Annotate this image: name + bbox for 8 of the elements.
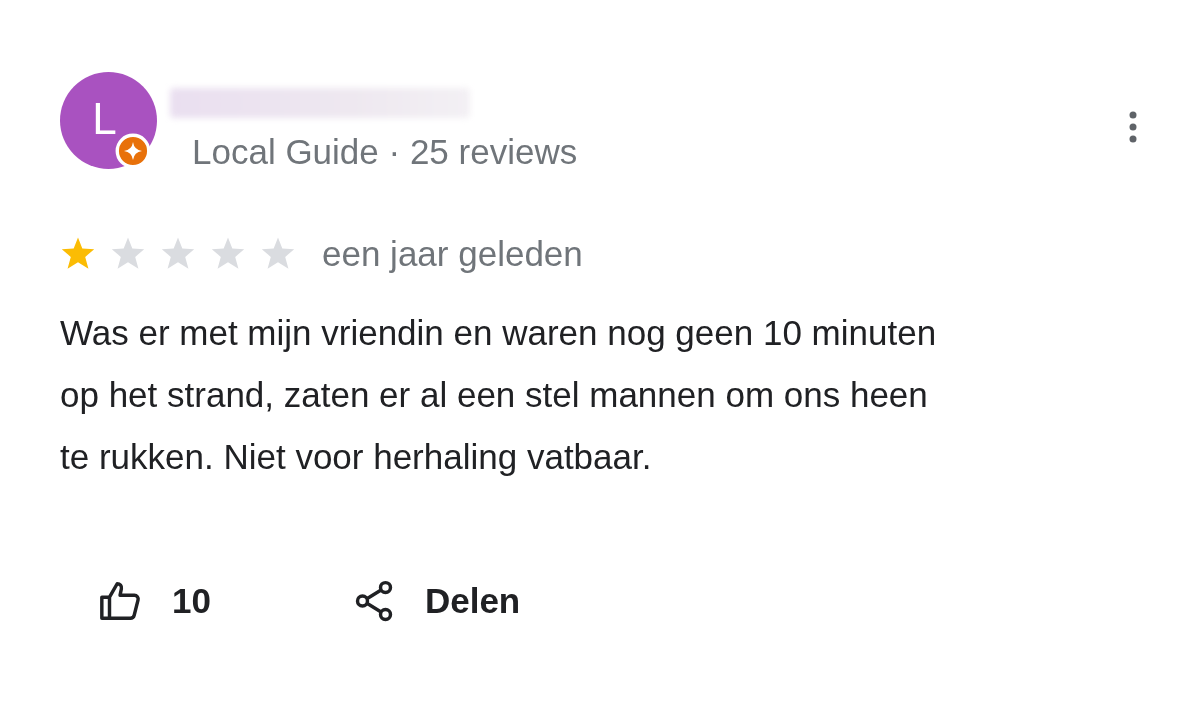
local-guide-badge-icon	[115, 133, 151, 169]
more-options-icon[interactable]	[1128, 110, 1138, 144]
reviewer-info: Local Guide · 25 reviews	[192, 131, 579, 173]
share-button[interactable]: Delen	[350, 578, 521, 624]
avatar[interactable]: L	[60, 72, 157, 169]
review-text: Was er met mijn vriendin en waren nog geen 10 minuten op het strand, zaten er al een stel mannen om ons heen te rukken. Niet voor herhaling vatbaar.	[60, 312, 938, 478]
review-date: een jaar geleden	[322, 234, 583, 274]
like-button[interactable]: 10	[98, 578, 211, 624]
